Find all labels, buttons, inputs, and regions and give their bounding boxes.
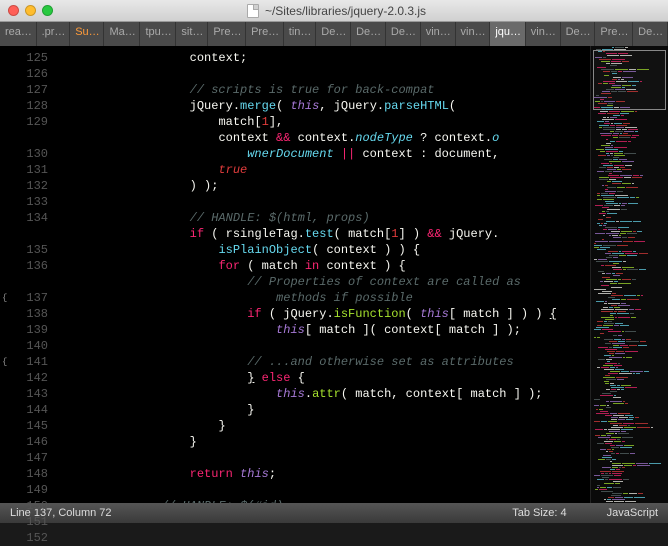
titlebar: ~/Sites/libraries/jquery-2.0.3.js [0,0,668,22]
code-line[interactable]: true [60,162,590,178]
tab-15[interactable]: vin… [526,22,561,46]
line-number [4,274,48,290]
file-path: ~/Sites/libraries/jquery-2.0.3.js [265,4,426,18]
tab-7[interactable]: Pre… [246,22,284,46]
code-line[interactable]: // HANDLE: $(#id) [60,498,590,503]
code-line[interactable]: } [60,434,590,450]
editor: 125126127128129 130131132133134 135136 {137… [0,46,668,503]
document-icon [247,4,259,18]
code-line[interactable]: isPlainObject( context ) ) { [60,242,590,258]
code-line[interactable]: methods if possible [60,290,590,306]
line-number: 133 [4,194,48,210]
tab-14[interactable]: jqu… [490,22,525,46]
line-number: 149 [4,482,48,498]
tab-17[interactable]: Pre… [595,22,633,46]
line-number: 125 [4,50,48,66]
line-number: 151 [4,514,48,530]
line-number [4,226,48,242]
line-number: 141 [4,354,48,370]
code-line[interactable] [60,450,590,466]
syntax-language[interactable]: JavaScript [607,507,658,519]
code-line[interactable]: } [60,418,590,434]
line-number: 127 [4,82,48,98]
window-title: ~/Sites/libraries/jquery-2.0.3.js [53,4,620,18]
line-number: 143 [4,386,48,402]
status-bar: Line 137, Column 72 Tab Size: 4 JavaScri… [0,503,668,523]
code-line[interactable]: // scripts is true for back-compat [60,82,590,98]
line-number: 134 [4,210,48,226]
tab-9[interactable]: De… [316,22,351,46]
tab-18[interactable]: De… [633,22,668,46]
tab-11[interactable]: De… [386,22,421,46]
code-line[interactable]: // Properties of context are called as [60,274,590,290]
line-number: 129 [4,114,48,130]
code-line[interactable]: return this; [60,466,590,482]
line-number: 131 [4,162,48,178]
tab-size[interactable]: Tab Size: 4 [512,507,566,519]
line-number: 132 [4,178,48,194]
line-number: 136 [4,258,48,274]
line-number: 138 [4,306,48,322]
line-number: 126 [4,66,48,82]
code-line[interactable]: this[ match ]( context[ match ] ); [60,322,590,338]
line-number: 137 [4,290,48,306]
traffic-lights [8,5,53,16]
code-line[interactable]: wnerDocument || context : document, [60,146,590,162]
tab-4[interactable]: tpu… [140,22,176,46]
line-number: 148 [4,466,48,482]
line-number: 130 [4,146,48,162]
tab-5[interactable]: sit… [176,22,208,46]
code-line[interactable]: context && context.nodeType ? context.o [60,130,590,146]
code-line[interactable]: if ( jQuery.isFunction( this[ match ] ) … [60,306,590,322]
line-number: 135 [4,242,48,258]
code-line[interactable] [60,482,590,498]
tab-6[interactable]: Pre… [208,22,246,46]
tab-3[interactable]: Ma… [104,22,140,46]
code-line[interactable] [60,194,590,210]
tab-10[interactable]: De… [351,22,386,46]
code-line[interactable]: ) ); [60,178,590,194]
code-line[interactable]: } else { [60,370,590,386]
line-number: 146 [4,434,48,450]
close-icon[interactable] [8,5,19,16]
tab-1[interactable]: .pr… [37,22,71,46]
code-line[interactable] [60,66,590,82]
zoom-icon[interactable] [42,5,53,16]
tab-16[interactable]: De… [561,22,596,46]
code-line[interactable]: context; [60,50,590,66]
line-number: 145 [4,418,48,434]
code-line[interactable]: if ( rsingleTag.test( match[1] ) && jQue… [60,226,590,242]
line-number: 128 [4,98,48,114]
code-line[interactable]: // HANDLE: $(html, props) [60,210,590,226]
minimize-icon[interactable] [25,5,36,16]
code-line[interactable]: } [60,402,590,418]
tab-12[interactable]: vin… [421,22,456,46]
code-line[interactable]: this.attr( match, context[ match ] ); [60,386,590,402]
line-number: 142 [4,370,48,386]
code-area[interactable]: context; // scripts is true for back-com… [60,46,590,503]
line-number: 144 [4,402,48,418]
tab-8[interactable]: tin… [284,22,317,46]
code-line[interactable]: for ( match in context ) { [60,258,590,274]
line-number: 139 [4,322,48,338]
fold-marker-icon[interactable]: { [2,354,7,370]
code-line[interactable]: // ...and otherwise set as attributes [60,354,590,370]
minimap[interactable] [590,46,668,503]
line-gutter: 125126127128129 130131132133134 135136 {137… [0,46,60,503]
tab-0[interactable]: rea… [0,22,37,46]
code-line[interactable]: match[1], [60,114,590,130]
line-number: 152 [4,530,48,546]
code-line[interactable] [60,338,590,354]
line-number: 150 [4,498,48,514]
line-number: 140 [4,338,48,354]
line-number [4,130,48,146]
code-line[interactable]: jQuery.merge( this, jQuery.parseHTML( [60,98,590,114]
tab-13[interactable]: vin… [456,22,491,46]
fold-marker-icon[interactable]: { [2,290,7,306]
line-number: 147 [4,450,48,466]
tab-bar: rea….pr…Su…Ma…tpu…sit…Pre…Pre…tin…De…De…… [0,22,668,46]
tab-2[interactable]: Su… [70,22,104,46]
